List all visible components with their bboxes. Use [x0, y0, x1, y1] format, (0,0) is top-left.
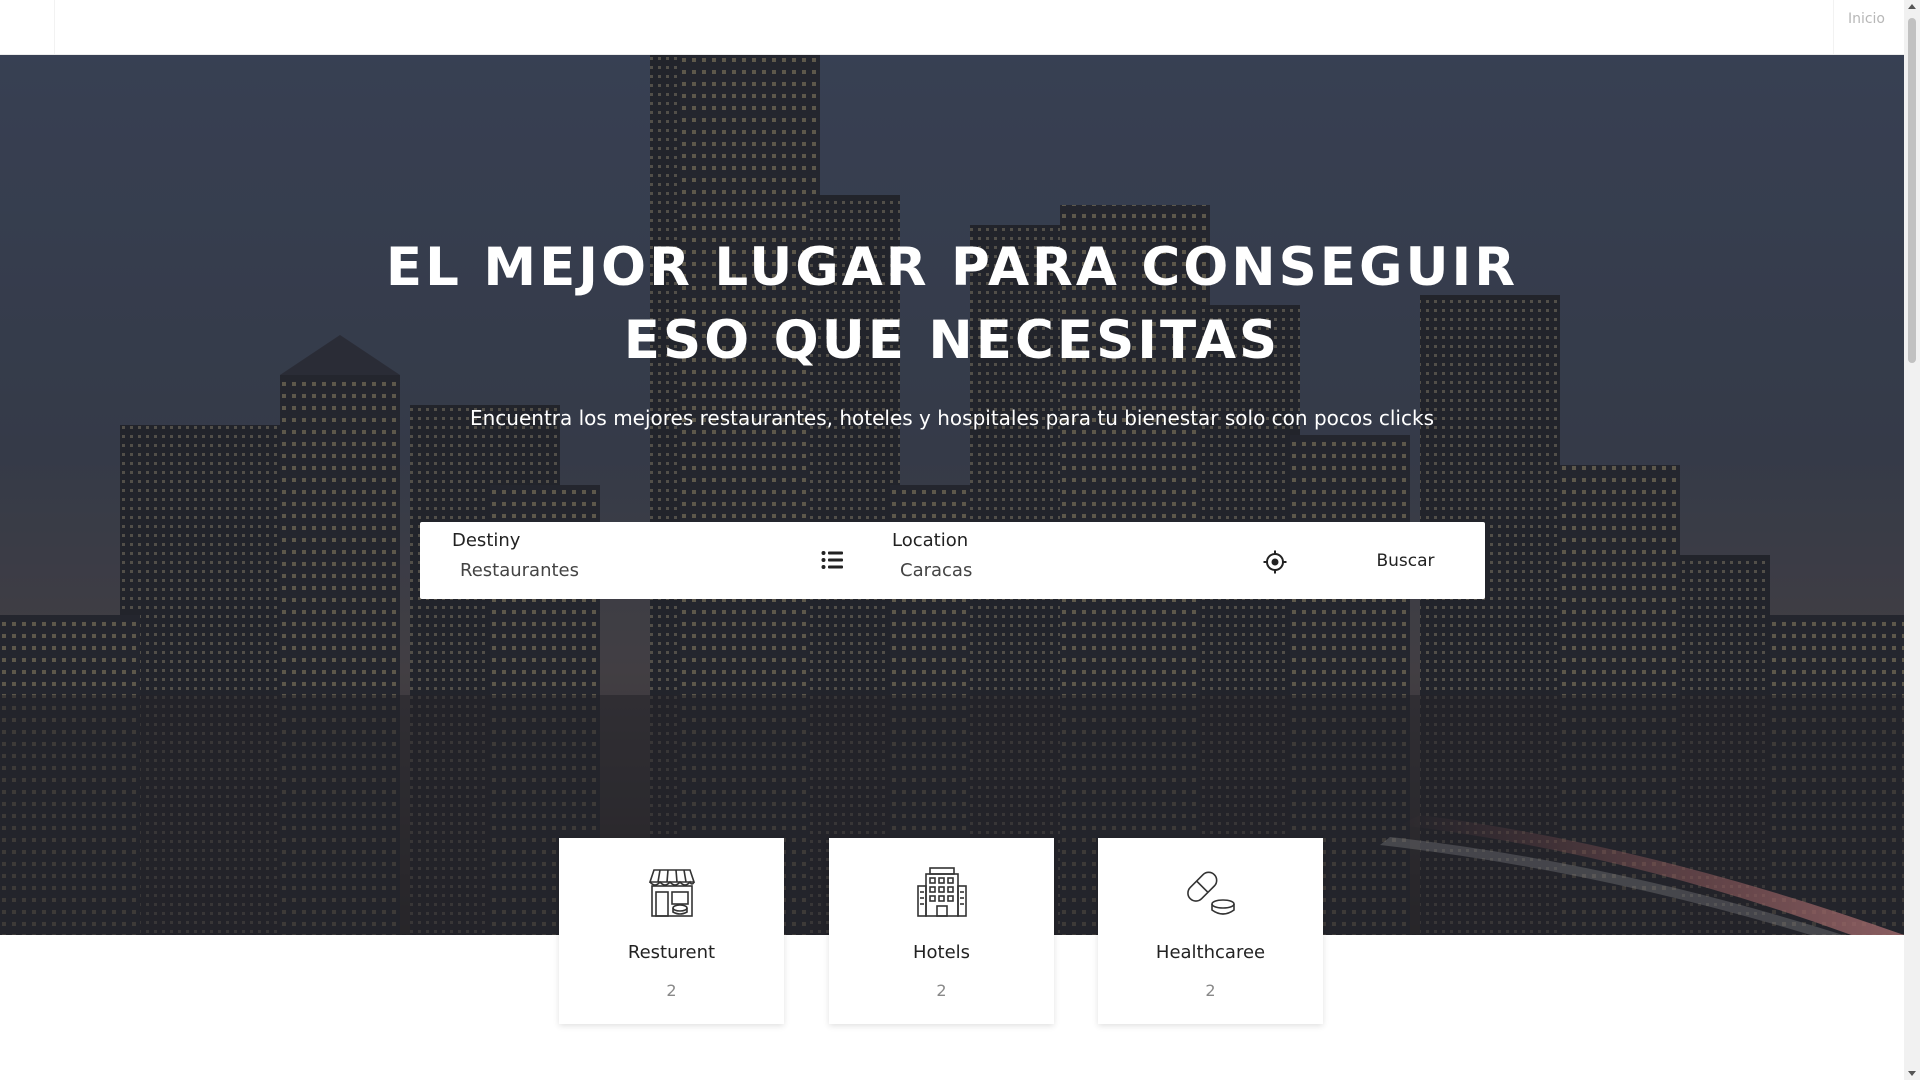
hero-title-line-2: ESO QUE NECESITAS [623, 310, 1281, 371]
hero-subtitle: Encuentra los mejores restaurantes, hote… [469, 406, 1434, 430]
category-cards: Resturent 2 Hotels 2 Healthcaree 2 [0, 838, 1904, 1028]
hero-dark-overlay [0, 55, 1904, 935]
hotel-building-icon [917, 867, 967, 917]
search-button[interactable]: Buscar [1326, 522, 1485, 599]
scrollbar-thumb[interactable] [1908, 18, 1916, 363]
search-bar: Destiny Location Buscar [420, 522, 1485, 599]
scroll-up-arrow-icon[interactable] [1908, 4, 1916, 9]
page-scrollbar[interactable] [1904, 0, 1920, 1080]
hero-section: EL MEJOR LUGAR PARA CONSEGUIR ESO QUE NE… [0, 55, 1904, 935]
navbar-brand-slot[interactable] [0, 0, 55, 54]
category-count: 2 [1205, 981, 1216, 1000]
target-icon[interactable] [1263, 550, 1287, 574]
category-card-healthcare[interactable]: Healthcaree 2 [1098, 838, 1323, 1024]
page: Inicio EL MEJOR LUGAR PARA CONSEGUIR ESO… [0, 0, 1920, 1080]
navbar-menu: Inicio [1833, 0, 1904, 54]
store-icon [648, 869, 696, 917]
hero-title-line-1: EL MEJOR LUGAR PARA CONSEGUIR [385, 237, 1519, 298]
category-name: Hotels [912, 942, 971, 963]
category-name: Resturent [627, 942, 716, 963]
category-count: 2 [936, 981, 947, 1000]
pill-icon [1187, 871, 1235, 915]
scroll-down-arrow-icon[interactable] [1908, 1071, 1916, 1076]
category-card-hotels[interactable]: Hotels 2 [829, 838, 1054, 1024]
category-count: 2 [666, 981, 677, 1000]
destiny-label: Destiny [452, 530, 521, 551]
nav-link-inicio[interactable]: Inicio [1848, 11, 1885, 27]
hero-title: EL MEJOR LUGAR PARA CONSEGUIR ESO QUE NE… [0, 231, 1904, 377]
location-label: Location [892, 530, 969, 551]
category-card-restaurant[interactable]: Resturent 2 [559, 838, 784, 1024]
location-field: Location [860, 522, 1302, 599]
location-input[interactable] [900, 560, 1260, 581]
destiny-input[interactable] [460, 560, 820, 581]
destiny-field: Destiny [420, 522, 860, 599]
category-name: Healthcaree [1155, 942, 1266, 963]
list-icon[interactable] [821, 549, 843, 571]
top-navbar: Inicio [0, 0, 1904, 55]
